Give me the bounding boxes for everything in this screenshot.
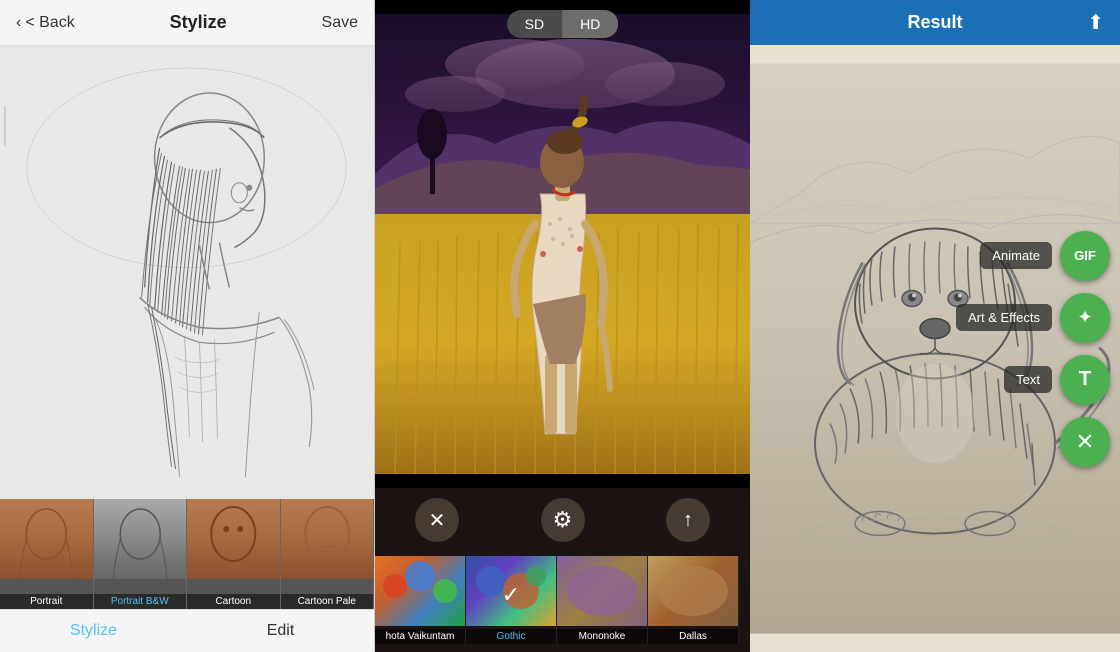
scroll-indicator xyxy=(4,106,6,146)
panel2-main-image: SD HD xyxy=(375,0,750,488)
tab-edit[interactable]: Edit xyxy=(187,610,374,652)
share-button[interactable]: ↑ xyxy=(666,498,710,542)
adjust-button[interactable]: ⚙ xyxy=(541,498,585,542)
thumb-cartoon-pale-img xyxy=(281,499,374,579)
close-button[interactable]: ✕ xyxy=(1060,417,1110,467)
thumb-cartoon[interactable]: Cartoon xyxy=(187,499,281,609)
panel1-header: ‹ < Back Stylize Save xyxy=(0,0,374,46)
panel3-share-icon: ⬆ xyxy=(1087,12,1104,34)
gif-icon: GIF xyxy=(1074,248,1096,263)
hd-button[interactable]: HD xyxy=(562,10,618,38)
back-chevron-icon: ‹ xyxy=(16,14,21,32)
filter-dallas[interactable]: Dallas xyxy=(648,556,739,644)
panel3-share-button[interactable]: ⬆ xyxy=(1087,10,1104,35)
thumb-cartoon-img xyxy=(187,499,280,579)
panel-result: Result ⬆ xyxy=(750,0,1120,652)
thumb-portrait-label: Portrait xyxy=(0,594,93,609)
panel1-title: Stylize xyxy=(170,12,227,33)
thumb-cartoon-pale-label: Cartoon Pale xyxy=(281,594,374,609)
thumb-cartoon-pale[interactable]: Cartoon Pale xyxy=(281,499,375,609)
sd-button[interactable]: SD xyxy=(507,10,562,38)
share-icon: ↑ xyxy=(683,509,693,532)
panel2-controls: ✕ ⚙ ↑ xyxy=(375,488,750,552)
text-label: Text xyxy=(1004,366,1052,393)
filter-gothic-preview: ✓ xyxy=(466,556,556,626)
art-effects-button[interactable]: ✦ xyxy=(1060,293,1110,343)
filter-vaikuntam[interactable]: hota Vaikuntam xyxy=(375,556,466,644)
animate-row: Animate GIF xyxy=(980,231,1110,281)
panel-stylize: ‹ < Back Stylize Save xyxy=(0,0,375,652)
filter-dallas-label: Dallas xyxy=(648,629,738,644)
text-row: Text T xyxy=(1004,355,1110,405)
filter-gothic-label: Gothic xyxy=(466,629,556,644)
close-row: ✕ xyxy=(1060,417,1110,467)
filter-dallas-preview xyxy=(648,556,738,626)
art-effects-row: Art & Effects ✦ xyxy=(956,293,1110,343)
animate-label: Animate xyxy=(980,242,1052,269)
close-icon: ✕ xyxy=(1076,429,1094,455)
panel1-thumbnails: Portrait Portrait B&W Cartoon Cartoon Pa… xyxy=(0,499,374,609)
text-icon: T xyxy=(1079,368,1091,391)
panel3-result-image: Animate GIF Art & Effects ✦ Text T ✕ xyxy=(750,45,1120,652)
close-icon: ✕ xyxy=(429,508,446,533)
panel1-tabs: Stylize Edit xyxy=(0,609,374,652)
tab-stylize-label: Stylize xyxy=(70,622,117,639)
sparkle-icon: ✦ xyxy=(1077,307,1092,328)
sketch-image xyxy=(0,46,374,499)
thumb-portrait-img xyxy=(0,499,93,579)
thumb-cartoon-label: Cartoon xyxy=(187,594,280,609)
tab-stylize[interactable]: Stylize xyxy=(0,610,187,652)
close-button[interactable]: ✕ xyxy=(415,498,459,542)
save-button[interactable]: Save xyxy=(322,14,358,32)
panel3-title: Result xyxy=(907,12,962,33)
thumb-portrait-bw[interactable]: Portrait B&W xyxy=(94,499,188,609)
panel1-main-image xyxy=(0,46,374,499)
thumb-portrait-bw-img xyxy=(94,499,187,579)
filter-strip: hota Vaikuntam ✓ Gothic Mononoke Dallas xyxy=(375,552,750,652)
filter-mononoke-label: Mononoke xyxy=(557,629,647,644)
back-label: < Back xyxy=(25,14,74,32)
animate-button[interactable]: GIF xyxy=(1060,231,1110,281)
filter-vaikuntam-preview xyxy=(375,556,465,626)
filter-mononoke-preview xyxy=(557,556,647,626)
thumb-portrait[interactable]: Portrait xyxy=(0,499,94,609)
back-button[interactable]: ‹ < Back xyxy=(16,14,75,32)
text-button[interactable]: T xyxy=(1060,355,1110,405)
panel-filter: SD HD ✕ ⚙ ↑ hota Vaikuntam ✓ Gothic xyxy=(375,0,750,652)
thumb-portrait-bw-label: Portrait B&W xyxy=(94,594,187,609)
filter-vaikuntam-label: hota Vaikuntam xyxy=(375,629,465,644)
filter-mononoke[interactable]: Mononoke xyxy=(557,556,648,644)
filter-gothic[interactable]: ✓ Gothic xyxy=(466,556,557,644)
adjust-icon: ⚙ xyxy=(553,507,573,533)
art-effects-label: Art & Effects xyxy=(956,304,1052,331)
quality-selector: SD HD xyxy=(507,10,619,38)
side-action-buttons: Animate GIF Art & Effects ✦ Text T ✕ xyxy=(956,231,1110,467)
filter-gothic-check: ✓ xyxy=(502,582,520,608)
wheat-field-image xyxy=(375,0,750,488)
tab-edit-label: Edit xyxy=(267,622,295,639)
panel3-header: Result ⬆ xyxy=(750,0,1120,45)
